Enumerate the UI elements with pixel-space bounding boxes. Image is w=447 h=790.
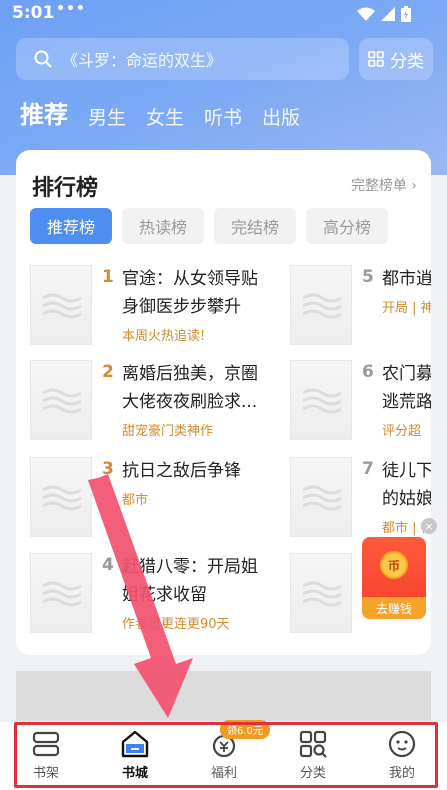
book-title: 都市逍	[382, 269, 431, 289]
book-tag: 本周火热追读!	[122, 329, 206, 344]
book-tag: 都市	[122, 493, 149, 508]
status-notification-dots: •••	[56, 1, 86, 17]
book-title: 离婚后独美，京圈 大佬夜夜刷脸求...	[122, 364, 258, 412]
search-placeholder: 《斗罗：命运的双生》	[62, 51, 223, 70]
status-icons	[357, 6, 411, 22]
book-tag: 开局 | 神	[382, 301, 431, 316]
category-button-label: 分类	[390, 51, 424, 72]
book-item[interactable]: 7 徒儿下 的姑娘 都市 | 神	[290, 457, 431, 537]
book-rank: 4	[102, 555, 114, 575]
battery-icon	[401, 6, 411, 22]
book-item[interactable]: 5 都市逍 开局 | 神	[290, 265, 431, 345]
full-ranking-link[interactable]: 完整榜单 ›	[351, 175, 417, 195]
close-icon[interactable]: ×	[421, 518, 437, 534]
ranking-tab-high-score[interactable]: 高分榜	[306, 208, 388, 244]
earn-money-float-button[interactable]: 币 去赚钱	[362, 537, 426, 619]
ranking-tab-recommend[interactable]: 推荐榜	[30, 208, 112, 244]
book-title: 赶猎八零：开局姐 姐花求收留	[122, 557, 258, 605]
book-rank: 3	[102, 459, 114, 479]
top-tabs: 推荐 男生 女生 听书 出版	[20, 95, 300, 130]
status-time: 5:01	[12, 3, 55, 23]
book-title: 抗日之敌后争锋	[122, 461, 241, 481]
grid-icon	[368, 51, 384, 67]
book-title: 农门募 逃荒路	[382, 364, 431, 412]
search-icon	[34, 50, 52, 68]
earn-money-label: 去赚钱	[362, 597, 426, 619]
book-item[interactable]: 3 抗日之敌后争锋 都市	[30, 457, 280, 537]
tab-recommend[interactable]: 推荐	[20, 95, 68, 130]
book-cover	[290, 360, 352, 440]
ranking-tabs: 推荐榜 热读榜 完结榜 高分榜	[30, 208, 388, 244]
book-rank: 2	[102, 362, 114, 382]
signal-icon	[381, 7, 395, 21]
book-rank: 1	[102, 267, 114, 287]
wifi-icon	[357, 7, 375, 21]
book-tag: 评分超	[382, 424, 422, 439]
book-title: 徒儿下 的姑娘	[382, 461, 431, 509]
book-cover	[290, 457, 352, 537]
ranking-tab-finished[interactable]: 完结榜	[214, 208, 296, 244]
book-cover	[30, 360, 92, 440]
tab-female[interactable]: 女生	[146, 103, 184, 130]
book-cover	[290, 553, 352, 633]
tab-publish[interactable]: 出版	[262, 103, 300, 130]
category-button[interactable]: 分类	[359, 38, 433, 80]
book-item[interactable]: 4 赶猎八零：开局姐 姐花求收留 作者已更连更90天	[30, 553, 280, 633]
ranking-tab-hot[interactable]: 热读榜	[122, 208, 204, 244]
book-cover	[30, 553, 92, 633]
ranking-title: 排行榜	[32, 176, 99, 201]
search-input[interactable]: 《斗罗：命运的双生》	[16, 38, 349, 80]
book-title: 官途：从女领导贴 身御医步步攀升	[122, 269, 258, 317]
status-bar: 5:01 •••	[0, 0, 447, 30]
book-item[interactable]: 1 官途：从女领导贴 身御医步步攀升 本周火热追读!	[30, 265, 280, 345]
book-item[interactable]: 6 农门募 逃荒路 评分超	[290, 360, 431, 440]
bottom-nav: 书架 书城 福利 领6.0元 分类 我的	[0, 720, 447, 790]
book-tag: 作者已更连更90天	[122, 617, 230, 632]
banner-placeholder	[16, 671, 431, 721]
tab-audiobook[interactable]: 听书	[204, 103, 242, 130]
tab-male[interactable]: 男生	[88, 103, 126, 130]
book-cover	[30, 457, 92, 537]
book-rank: 7	[362, 459, 374, 479]
book-tag: 甜宠豪门类神作	[122, 424, 214, 439]
highlight-outline	[14, 722, 438, 788]
coin-icon: 币	[380, 551, 408, 579]
book-cover	[30, 265, 92, 345]
book-item[interactable]: 2 离婚后独美，京圈 大佬夜夜刷脸求... 甜宠豪门类神作	[30, 360, 280, 440]
book-rank: 5	[362, 267, 374, 287]
book-rank: 6	[362, 362, 374, 382]
book-cover	[290, 265, 352, 345]
